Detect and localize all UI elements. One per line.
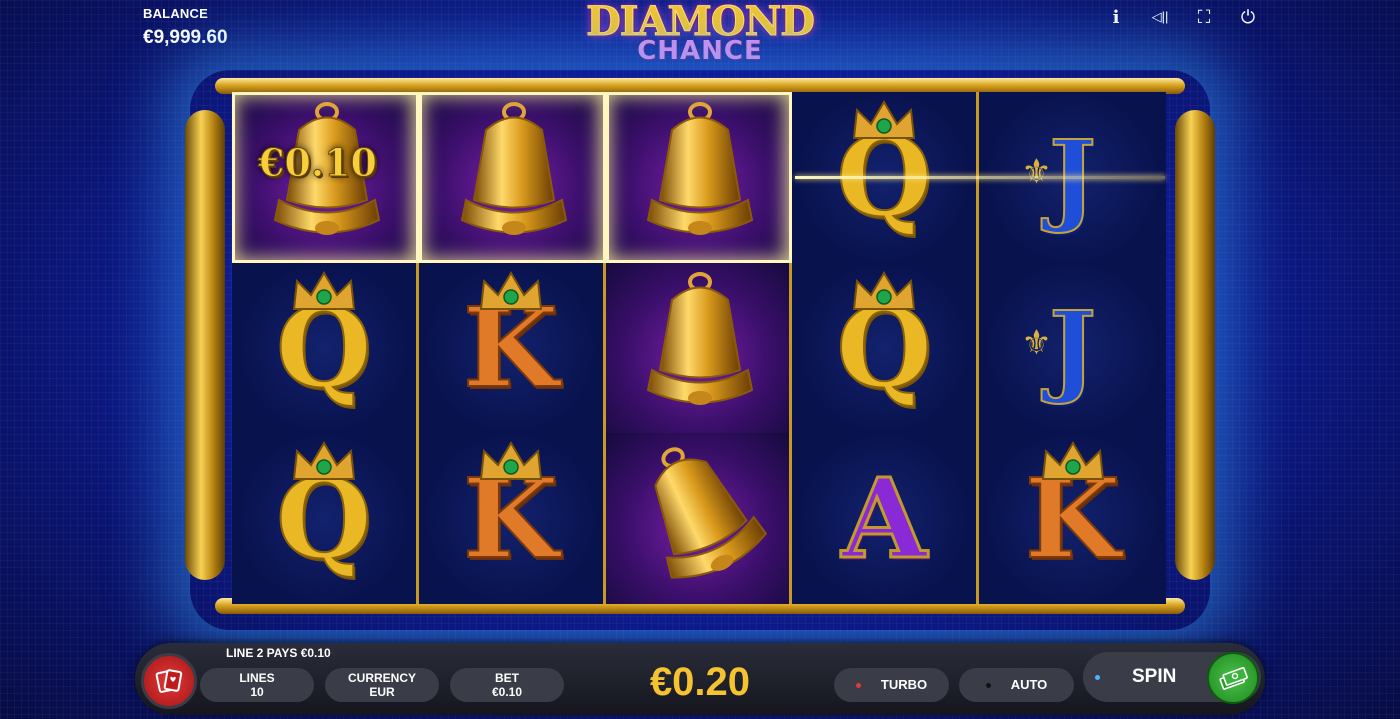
crown-icon xyxy=(849,269,919,318)
auto-status-dot xyxy=(985,682,991,688)
turbo-status-dot xyxy=(855,682,861,688)
bell-symbol xyxy=(622,100,772,255)
balance-value: €9,999.60 xyxy=(143,27,228,48)
power-icon[interactable]: ⏻ xyxy=(1236,6,1260,28)
cash-stack-icon[interactable] xyxy=(1207,652,1259,704)
reel-cell: Q xyxy=(232,433,419,604)
auto-label: AUTO xyxy=(1010,677,1048,692)
line-win-info: LINE 2 PAYS €0.10 xyxy=(226,646,331,660)
bet-selector[interactable]: BET €0.10 xyxy=(450,668,564,702)
reel-cell xyxy=(605,92,793,263)
crown-icon xyxy=(476,439,546,488)
auto-toggle[interactable]: AUTO xyxy=(959,668,1074,702)
payline-indicator xyxy=(795,176,1165,179)
reel-cell: K xyxy=(418,262,606,434)
currency-label: CURRENCY xyxy=(347,671,416,685)
bell-symbol xyxy=(622,441,772,596)
crown-icon xyxy=(289,439,359,488)
bell-symbol xyxy=(436,100,586,255)
reel-cell: J ⚜ xyxy=(979,262,1166,434)
balance-label: BALANCE xyxy=(143,6,208,21)
j-symbol: J xyxy=(1048,288,1097,407)
total-bet-display: €0.20 xyxy=(649,660,751,704)
top-toolbar: i ◁|| ⛶ ⏻ xyxy=(1104,6,1260,28)
reel-cell: Q xyxy=(792,262,980,434)
reel-cell: K xyxy=(979,433,1166,604)
win-amount: €0.10 xyxy=(258,140,378,186)
fleur-de-lis-icon: ⚜ xyxy=(1021,153,1052,191)
game-logo: DIAMOND CHANCE xyxy=(570,1,830,64)
bell-symbol xyxy=(622,270,772,425)
info-icon[interactable]: i xyxy=(1104,6,1128,28)
reel-frame-left xyxy=(185,110,225,580)
bet-label: BET xyxy=(495,671,519,685)
crown-icon xyxy=(849,98,919,147)
crown-icon xyxy=(476,269,546,318)
spin-button[interactable]: SPIN xyxy=(1083,652,1261,704)
spin-label: SPIN xyxy=(1132,666,1177,687)
reel-cell: K xyxy=(418,433,606,604)
lines-value: 10 xyxy=(250,685,264,699)
reel-cell xyxy=(605,433,793,604)
reel-cell: Q xyxy=(232,262,419,434)
turbo-label: TURBO xyxy=(880,677,928,692)
fullscreen-icon[interactable]: ⛶ xyxy=(1192,6,1216,28)
reel-cell xyxy=(418,92,606,263)
crown-icon xyxy=(1038,439,1108,488)
reel-cell xyxy=(605,262,793,434)
paytable-button[interactable] xyxy=(141,653,197,709)
bet-value: €0.10 xyxy=(491,685,523,699)
currency-selector[interactable]: CURRENCY EUR xyxy=(325,668,439,702)
lines-selector[interactable]: LINES 10 xyxy=(200,668,314,702)
turbo-toggle[interactable]: TURBO xyxy=(834,668,949,702)
lines-label: LINES xyxy=(239,671,275,685)
reel-frame-right xyxy=(1175,110,1215,580)
currency-value: EUR xyxy=(369,685,395,699)
sound-icon[interactable]: ◁|| xyxy=(1148,6,1172,28)
fleur-de-lis-icon: ⚜ xyxy=(1021,323,1052,362)
a-symbol: A xyxy=(840,453,928,583)
balance-display: BALANCE €9,999.60 xyxy=(143,6,228,49)
spin-status-dot xyxy=(1095,674,1100,680)
crown-icon xyxy=(289,269,359,318)
reel-cell: A xyxy=(792,433,980,604)
cards-icon xyxy=(155,669,183,693)
